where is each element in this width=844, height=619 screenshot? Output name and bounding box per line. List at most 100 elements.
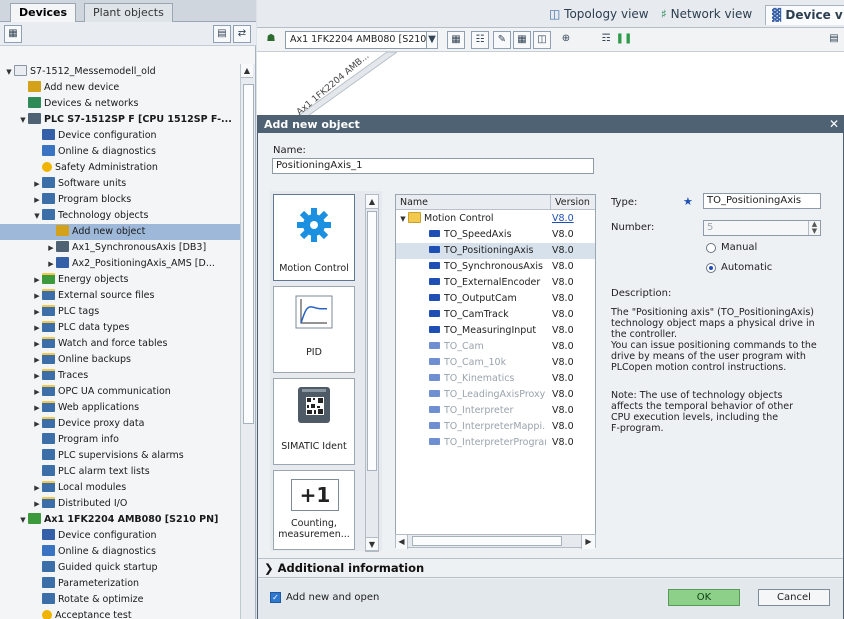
- tree-item[interactable]: ▶ Software units: [0, 176, 240, 192]
- tree-item[interactable]: ▶ Traces: [0, 368, 240, 384]
- edit-icon[interactable]: ✎: [493, 31, 511, 49]
- chevron-right-icon[interactable]: ▶: [32, 272, 42, 288]
- tab-plant-objects[interactable]: Plant objects: [84, 3, 173, 22]
- chevron-down-icon[interactable]: ▼: [32, 208, 42, 224]
- cancel-button[interactable]: Cancel: [758, 589, 830, 606]
- overview-icon[interactable]: ▤: [213, 25, 231, 43]
- chevron-right-icon[interactable]: ▶: [46, 256, 56, 272]
- list-item[interactable]: TO_SynchronousAxis V8.0: [396, 259, 595, 275]
- scroll-thumb[interactable]: [243, 84, 254, 424]
- chevron-right-icon[interactable]: ▶: [32, 400, 42, 416]
- list-item[interactable]: TO_OutputCam V8.0: [396, 291, 595, 307]
- tree-item[interactable]: PLC supervisions & alarms: [0, 448, 240, 464]
- tab-topology-view[interactable]: ◫ Topology view: [543, 5, 655, 25]
- tree-item[interactable]: Guided quick startup: [0, 560, 240, 576]
- stepper-arrows-icon[interactable]: ▲ ▼: [808, 221, 820, 235]
- scroll-up-icon[interactable]: ▲: [366, 195, 378, 209]
- chevron-right-icon[interactable]: ▶: [32, 352, 42, 368]
- chevron-right-icon[interactable]: ▶: [32, 304, 42, 320]
- tree-item[interactable]: ▶ OPC UA communication: [0, 384, 240, 400]
- name-input[interactable]: PositioningAxis_1: [272, 158, 594, 174]
- list-item[interactable]: TO_Interpreter V8.0: [396, 403, 595, 419]
- tree-item[interactable]: ▶ Energy objects: [0, 272, 240, 288]
- tree-item[interactable]: Add new object: [0, 224, 240, 240]
- add-and-open-checkbox[interactable]: ✓: [270, 592, 281, 603]
- list-item[interactable]: TO_InterpreterMappi... V8.0: [396, 419, 595, 435]
- scroll-up-icon[interactable]: ▲: [241, 64, 253, 78]
- chevron-down-icon[interactable]: ▼: [4, 64, 14, 80]
- list-item[interactable]: TO_ExternalEncoder V8.0: [396, 275, 595, 291]
- grid-icon[interactable]: ▦: [513, 31, 531, 49]
- chevron-right-icon[interactable]: ▶: [46, 240, 56, 256]
- io-icon[interactable]: ☷: [471, 31, 489, 49]
- device-selector[interactable]: Ax1 1FK2204 AMB080 [S210 P: [285, 31, 437, 49]
- tree-item[interactable]: ▶ Web applications: [0, 400, 240, 416]
- tab-device-view[interactable]: ▓ Device v: [765, 5, 844, 25]
- tree-item[interactable]: Parameterization: [0, 576, 240, 592]
- chevron-right-icon[interactable]: ▶: [32, 320, 42, 336]
- tree-item[interactable]: Acceptance test: [0, 608, 240, 619]
- device-icon[interactable]: ☗: [262, 31, 280, 49]
- tree-item[interactable]: ▶ Ax2_PositioningAxis_AMS [D...: [0, 256, 240, 272]
- column-header-name[interactable]: Name: [396, 195, 551, 210]
- tree-item[interactable]: ▶ Program blocks: [0, 192, 240, 208]
- chevron-right-icon[interactable]: ▶: [32, 368, 42, 384]
- group-motion-control[interactable]: ▼ Motion Control V8.0: [396, 211, 595, 227]
- column-header-version[interactable]: Version: [551, 195, 595, 210]
- tree-item[interactable]: Devices & networks: [0, 96, 240, 112]
- category-motion-control[interactable]: Motion Control: [273, 194, 355, 281]
- chevron-right-icon[interactable]: ▶: [32, 176, 42, 192]
- chevron-down-icon[interactable]: ▼: [18, 112, 28, 128]
- chevron-right-icon[interactable]: ▶: [32, 384, 42, 400]
- scroll-down-icon[interactable]: ▼: [366, 537, 378, 551]
- category-pid[interactable]: PID: [273, 286, 355, 373]
- split-view-icon[interactable]: ⇄: [233, 25, 251, 43]
- tab-devices[interactable]: Devices: [10, 3, 77, 22]
- group-version-link[interactable]: V8.0: [552, 211, 574, 227]
- tree-item[interactable]: ▶ Device proxy data: [0, 416, 240, 432]
- project-tree-scrollbar[interactable]: ▲: [240, 64, 255, 619]
- tree-item[interactable]: Online & diagnostics: [0, 144, 240, 160]
- list-item[interactable]: TO_Cam V8.0: [396, 339, 595, 355]
- chevron-right-icon[interactable]: ▶: [32, 480, 42, 496]
- close-icon[interactable]: ✕: [827, 116, 841, 133]
- columns-icon[interactable]: ❚❚: [615, 31, 633, 49]
- list-item[interactable]: TO_Kinematics V8.0: [396, 371, 595, 387]
- tree-item[interactable]: ▼ PLC S7-1512SP F [CPU 1512SP F-...: [0, 112, 240, 128]
- tree-item[interactable]: Online & diagnostics: [0, 544, 240, 560]
- tree-item[interactable]: Safety Administration: [0, 160, 240, 176]
- panel-toggle-icon[interactable]: ▤: [825, 31, 843, 49]
- list-item[interactable]: TO_SpeedAxis V8.0: [396, 227, 595, 243]
- tree-item[interactable]: Device configuration: [0, 528, 240, 544]
- number-stepper[interactable]: 5: [703, 220, 821, 236]
- list-item[interactable]: TO_PositioningAxis V8.0: [396, 243, 595, 259]
- tree-item[interactable]: ▼ Ax1 1FK2204 AMB080 [S210 PN]: [0, 512, 240, 528]
- tree-item[interactable]: ▶ External source files: [0, 288, 240, 304]
- grid-view-icon[interactable]: ▦: [4, 25, 22, 43]
- chevron-down-icon[interactable]: ▼: [18, 512, 28, 528]
- list-item[interactable]: TO_Cam_10k V8.0: [396, 355, 595, 371]
- chevron-down-icon[interactable]: ▼: [426, 31, 438, 49]
- list-item[interactable]: TO_CamTrack V8.0: [396, 307, 595, 323]
- chevron-right-icon[interactable]: ▶: [32, 336, 42, 352]
- tree-item[interactable]: Rotate & optimize: [0, 592, 240, 608]
- tree-item[interactable]: Add new device: [0, 80, 240, 96]
- tree-item[interactable]: PLC alarm text lists: [0, 464, 240, 480]
- zoom-icon[interactable]: ⊕: [557, 31, 575, 49]
- category-scrollbar[interactable]: ▲ ▼: [365, 194, 379, 552]
- chevron-down-icon[interactable]: ▼: [398, 211, 408, 227]
- tree-item[interactable]: ▶ Online backups: [0, 352, 240, 368]
- scroll-left-icon[interactable]: ◀: [396, 535, 408, 549]
- tree-item[interactable]: Program info: [0, 432, 240, 448]
- tree-item[interactable]: ▶ PLC data types: [0, 320, 240, 336]
- list-item[interactable]: TO_MeasuringInput V8.0: [396, 323, 595, 339]
- scroll-right-icon[interactable]: ▶: [581, 535, 595, 549]
- automatic-radio[interactable]: [706, 263, 716, 273]
- category-simatic-ident[interactable]: SIMATIC Ident: [273, 378, 355, 465]
- manual-radio[interactable]: [706, 243, 716, 253]
- tree-item[interactable]: ▼ Technology objects: [0, 208, 240, 224]
- tree-item[interactable]: ▶ PLC tags: [0, 304, 240, 320]
- tree-item[interactable]: ▶ Distributed I/O: [0, 496, 240, 512]
- tree-item[interactable]: Device configuration: [0, 128, 240, 144]
- device-canvas[interactable]: Ax1 1FK2204 AMB...: [257, 51, 844, 118]
